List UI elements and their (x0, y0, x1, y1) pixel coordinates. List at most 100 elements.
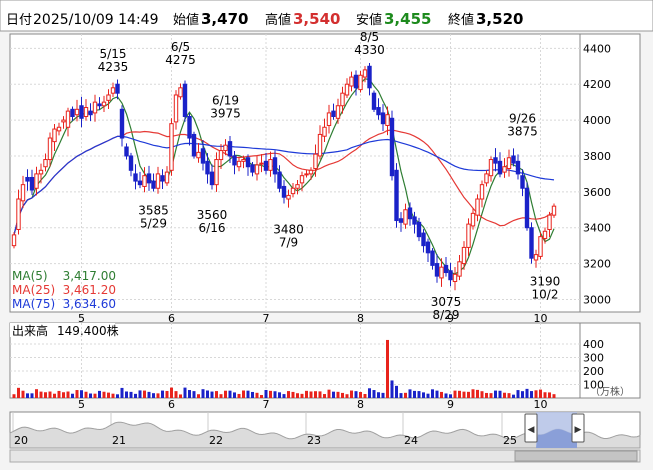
volume-y-tick-label: 300 (583, 352, 604, 365)
volume-bar (39, 391, 43, 398)
volume-y-tick-label: 200 (583, 365, 604, 378)
candle-up (173, 94, 179, 123)
candle-down (160, 175, 165, 182)
scrollbar-thumb[interactable] (514, 450, 638, 462)
volume-bar (300, 393, 304, 398)
candle-up (313, 153, 318, 170)
legend-ma75-label: MA(75) (12, 297, 55, 311)
volume-x-tick-label: 8 (357, 398, 364, 411)
volume-bar (62, 392, 65, 398)
candle-up (254, 164, 260, 175)
volume-bar (192, 391, 196, 398)
price-y-tick-label: 3600 (583, 186, 611, 199)
volume-bar (30, 393, 34, 398)
header-high-label: 高値 (265, 12, 291, 28)
candle-down (79, 105, 84, 119)
navigator-right-handle[interactable]: ▶ (571, 413, 585, 443)
annotation-price: 4235 (98, 60, 129, 74)
volume-bar (255, 392, 259, 398)
candle-down (182, 83, 188, 118)
navigator-label: 25 (503, 434, 517, 447)
volume-bar (269, 390, 272, 398)
volume-y-tick-label: 400 (583, 338, 604, 351)
volume-bar (336, 391, 340, 398)
annotation-date: 8/5 (360, 30, 379, 44)
volume-bar (372, 390, 376, 398)
candle-down (151, 180, 156, 189)
candle-up (268, 159, 273, 171)
candle-up (317, 133, 323, 157)
volume-bar (143, 390, 146, 398)
candle-up (43, 159, 48, 168)
candle-up (457, 261, 462, 277)
volume-bar (476, 389, 479, 398)
header-date-label: 日付 (6, 13, 32, 28)
candle-down (407, 207, 413, 220)
candle-up (290, 187, 296, 195)
header-open-label: 始値 (173, 12, 199, 28)
annotation-price: 3190 (530, 274, 561, 288)
candle-down (70, 108, 75, 118)
candle-down (511, 155, 516, 164)
annotation-price: 4330 (354, 43, 385, 57)
candle-down (434, 263, 440, 277)
candle-down (128, 155, 134, 171)
price-y-tick-label: 4400 (583, 42, 611, 55)
candle-up (83, 107, 89, 118)
candle-up (259, 162, 264, 165)
navigator-label: 20 (14, 434, 28, 447)
volume-bar (152, 393, 155, 398)
candle-down (331, 110, 336, 118)
candle-up (61, 119, 66, 123)
volume-bar (498, 390, 502, 398)
volume-bar (188, 390, 191, 398)
volume-bar (381, 392, 385, 398)
candle-up (56, 126, 62, 132)
candle-up (340, 92, 345, 107)
volume-bar (458, 390, 461, 398)
candle-down (443, 264, 449, 274)
navigator-label: 21 (112, 434, 126, 447)
volume-x-tick-label: 10 (534, 398, 548, 411)
volume-bar (404, 392, 407, 398)
candle-up (533, 254, 539, 261)
volume-bar (422, 392, 425, 398)
candle-up (101, 101, 107, 107)
volume-bar (489, 393, 493, 398)
volume-bar (57, 390, 61, 398)
candle-down (227, 141, 233, 157)
navigator-label: 24 (404, 434, 418, 447)
volume-bar (71, 393, 74, 398)
candle-down (412, 216, 417, 225)
volume-bar (161, 390, 164, 398)
candle-up (326, 112, 332, 126)
annotation-price: 3585 (138, 204, 169, 218)
volume-bar (237, 393, 241, 398)
candle-down (529, 227, 534, 259)
candle-up (178, 87, 183, 98)
navigator-left-handle[interactable]: ◀ (524, 413, 538, 443)
volume-x-axis: 5 6 7 8 9 10 (78, 398, 548, 411)
annotation-date: 7/9 (279, 235, 298, 249)
candle-down (421, 232, 426, 247)
annotation-date: 9/26 (509, 112, 536, 126)
annotation-date: 6/16 (199, 221, 226, 235)
annotation-date: 6/19 (212, 94, 239, 108)
candle-up (52, 128, 57, 143)
candle-down (371, 92, 377, 110)
candle-up (475, 198, 480, 216)
volume-bar (350, 390, 353, 398)
candle-up (551, 205, 557, 216)
volume-bar (435, 390, 439, 398)
volume-bar (242, 390, 245, 398)
volume-bar (426, 393, 430, 398)
volume-bar (354, 391, 358, 398)
volume-bar (503, 392, 506, 398)
candle-up (106, 94, 111, 101)
candle-down (137, 180, 143, 186)
candle-down (119, 108, 125, 139)
volume-bar (107, 392, 110, 398)
volume-bar (156, 393, 160, 398)
header-open-value: 3,470 (201, 10, 248, 28)
annotation-price: 3875 (507, 125, 538, 139)
